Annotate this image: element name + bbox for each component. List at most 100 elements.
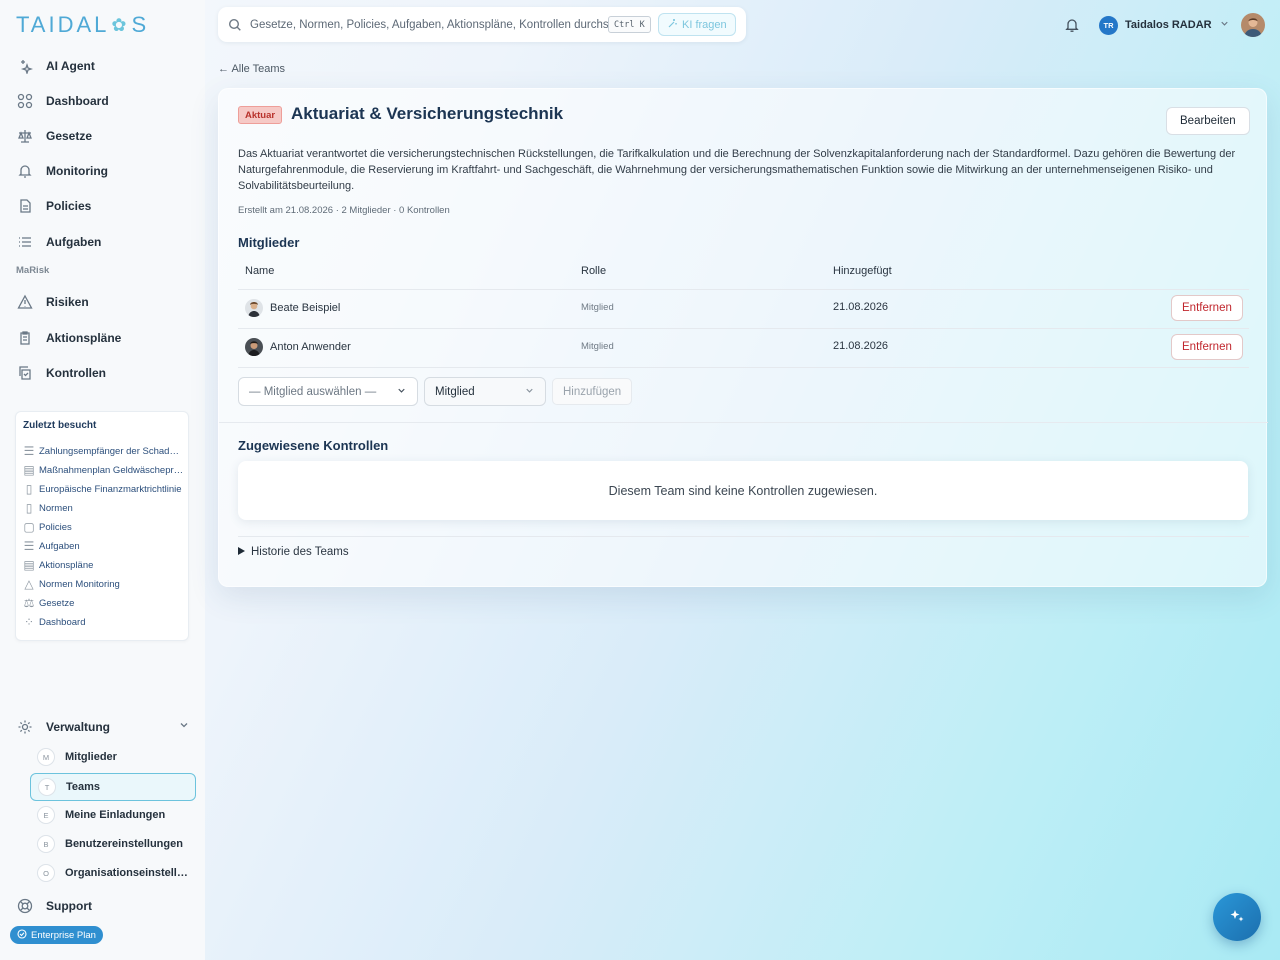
nav-kontrollen[interactable]: Kontrollen [16,362,106,384]
recent-item[interactable]: ☰Zahlungsempfänger der Schadenregulierun… [24,444,184,458]
org-name: Taidalos RADAR [1125,19,1212,31]
member-role: Mitglied [581,302,614,313]
chevron-down-icon [396,385,407,399]
nav-label: Verwaltung [46,720,111,734]
sidebar-item-benutzereinstellungen[interactable]: B Benutzereinstellungen [30,830,196,858]
recent-item[interactable]: ▤Maßnahmenplan Geldwäscheprävention [23,463,184,477]
recent-item[interactable]: ☰ Aufgaben [24,539,184,553]
member-select[interactable]: — Mitglied auswählen — [238,377,418,406]
sidebar: TAIDAL ✿ S AI Agent Dashboard Gesetze Moni… [0,0,205,960]
initial-badge: E [37,806,55,824]
team-description: Das Aktuariat verantwortet die versicher… [238,148,1236,192]
taidalos-logo[interactable]: TAIDAL ✿ S [16,12,149,38]
notifications-bell-icon[interactable] [1063,16,1081,34]
back-to-teams-link[interactable]: ← Alle Teams [218,63,285,75]
ask-ai-button[interactable]: KI fragen [658,13,736,36]
scale-icon: ⚖ [23,596,35,610]
recent-item[interactable]: ▯ Europäische Finanzmarktrichtlinie [24,482,184,496]
recent-item[interactable]: △ Normen Monitoring [24,577,184,591]
initial-badge: O [37,864,55,882]
magic-wand-icon [667,18,678,32]
recent-item[interactable]: ▯ Normen [24,501,184,515]
recent-item[interactable]: ⚖ Gesetze [24,596,184,610]
sidebar-item-einladungen[interactable]: E Meine Einladungen [30,801,196,829]
section-marisk: MaRisk [16,265,50,276]
nav-verwaltung[interactable]: Verwaltung [16,716,190,738]
avatar [245,338,263,356]
enterprise-plan-badge[interactable]: Enterprise Plan [10,926,103,944]
nav-monitoring[interactable]: Monitoring [16,160,108,182]
sparkle-icon [16,57,34,75]
nav-support[interactable]: Support [16,895,92,917]
nav-label: Risiken [46,295,89,309]
member-role: Mitglied [581,341,614,352]
document-icon: ▢ [23,520,35,534]
nav-label: Policies [46,199,92,213]
check-circle-icon [17,928,27,942]
clipboard-icon: ▤ [23,463,35,477]
role-select[interactable]: Mitglied [424,377,546,406]
initial-badge: M [37,748,55,766]
nav-gesetze[interactable]: Gesetze [16,125,92,147]
grid-icon: ⁘ [23,615,35,629]
recently-visited-panel: Zuletzt besucht ☰ Zahlungsempfänger der S… [15,411,189,641]
table-divider [238,367,1249,368]
nav-label: Support [46,899,92,913]
ai-assistant-fab[interactable] [1213,893,1261,941]
list-icon: ☰ [23,444,35,458]
section-divider [238,536,1249,537]
book-icon: ▯ [25,482,33,496]
clipboard-icon: ▤ [23,558,35,572]
search-input[interactable]: Gesetze, Normen, Policies, Aufgaben, Akt… [250,19,609,31]
grid-icon [16,92,34,110]
edit-button[interactable]: Bearbeiten [1166,107,1250,135]
org-avatar: TR [1099,15,1118,35]
empty-state-message: Diesem Team sind keine Kontrollen zugewi… [238,461,1248,520]
chevron-down-icon [178,719,190,734]
nav-label: Monitoring [46,164,108,178]
recently-visited-title: Zuletzt besucht [23,420,97,431]
list-icon: ☰ [23,539,35,553]
nav-ai-agent[interactable]: AI Agent [16,55,95,77]
recent-item[interactable]: ⁘ Dashboard [24,615,184,629]
nav-label: Dashboard [46,94,109,108]
history-toggle[interactable]: Historie des Teams [238,546,349,558]
nav-policies[interactable]: Policies [16,195,91,217]
table-divider [238,289,1249,290]
recent-item[interactable]: ▤ Aktionspläne [23,558,184,572]
add-member-button[interactable]: Hinzufügen [552,378,633,405]
bell-icon [16,162,34,180]
document-icon [16,197,34,215]
nav-risiken[interactable]: Risiken [16,291,89,313]
page-title: Aktuariat & Versicherungstechnik [291,104,564,123]
team-detail-card: Aktuar Aktuariat & Versicherungstechnik … [218,88,1268,587]
nav-aktionsplaene[interactable]: Aktionspläne [16,327,121,349]
recent-item[interactable]: ▢ Policies [23,520,184,534]
team-meta: Erstellt am 21.08.2026 · 2 Mitglieder · … [238,205,450,216]
member-name-cell: Anton Anwender [245,338,351,356]
copy-check-icon [16,364,34,382]
column-header-role: Rolle [581,265,607,277]
column-header-name: Name [245,265,275,277]
nav-dashboard[interactable]: Dashboard [16,90,109,112]
remove-member-button[interactable]: Entfernen [1171,334,1243,360]
organization-switcher[interactable]: TR Taidalos RADAR [1099,14,1230,36]
avatar [245,299,263,317]
chevron-down-icon [524,385,535,399]
nav-aufgaben[interactable]: Aufgaben [16,231,101,253]
nav-label: Aktionspläne [46,331,122,345]
warning-icon [16,293,34,311]
nav-label: AI Agent [46,59,95,73]
list-icon [16,233,34,251]
sidebar-item-organisationseinstellungen[interactable]: OOrganisationseinstellungen [30,859,196,887]
remove-member-button[interactable]: Entfernen [1171,295,1243,321]
sidebar-item-mitglieder[interactable]: M Mitglieder [30,743,196,771]
user-avatar[interactable] [1241,13,1265,37]
book-icon: ▯ [25,501,33,515]
member-added-date: 21.08.2026 [833,301,889,313]
sparkle-icon [1228,907,1246,928]
global-search[interactable]: Gesetze, Normen, Policies, Aufgaben, Akt… [218,7,746,42]
table-divider [238,328,1249,329]
sidebar-item-teams[interactable]: T Teams [30,773,196,801]
member-name-cell: Beate Beispiel [245,299,340,317]
